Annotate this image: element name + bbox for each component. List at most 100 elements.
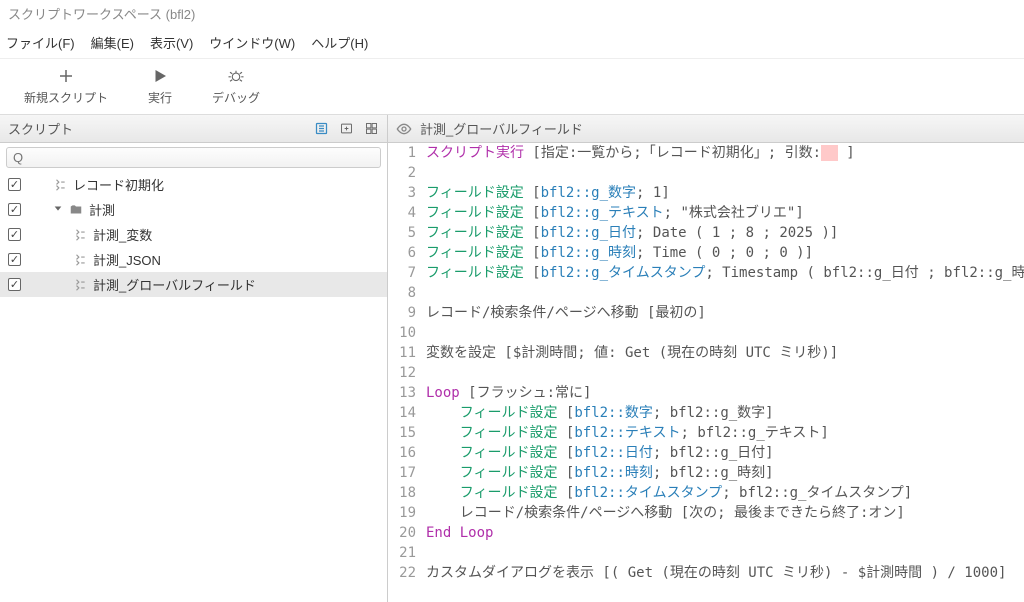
checkbox[interactable]: ✓ (8, 228, 21, 241)
debug-label: デバッグ (212, 89, 260, 106)
sidebar-item[interactable]: ✓計測_変数 (0, 222, 387, 247)
line-number: 6 (388, 243, 426, 263)
folder-icon (69, 203, 83, 217)
editor: 計測_グローバルフィールド 1スクリプト実行 [指定:一覧から;「レコード初期化… (388, 115, 1024, 602)
code-line[interactable]: 3フィールド設定 [bfl2::g_数字; 1] (388, 183, 1024, 203)
sidebar-header: スクリプト (0, 115, 387, 143)
code-line[interactable]: 7フィールド設定 [bfl2::g_タイムスタンプ; Timestamp ( b… (388, 263, 1024, 283)
main-area: スクリプト ✓レコード初期化✓計測✓計測_変数✓計測_JSON✓計測_グローバル… (0, 115, 1024, 602)
sidebar-item-label: 計測_JSON (93, 250, 161, 269)
line-number: 13 (388, 383, 426, 403)
sidebar-title: スクリプト (8, 119, 73, 138)
window-title: スクリプトワークスペース (bfl2) (0, 0, 1024, 27)
line-number: 1 (388, 143, 426, 163)
sidebar-item[interactable]: ✓ 計測_JSON (0, 247, 387, 272)
menu-bar: ファイル(F) 編集(E) 表示(V) ウインドウ(W) ヘルプ(H) (0, 27, 1024, 59)
code-line[interactable]: 20End Loop (388, 523, 1024, 543)
list-icon[interactable] (314, 121, 329, 136)
code-line[interactable]: 4フィールド設定 [bfl2::g_テキスト; "株式会社ブリエ"] (388, 203, 1024, 223)
script-icon (53, 178, 67, 192)
line-number: 7 (388, 263, 426, 283)
code-line[interactable]: 9レコード/検索条件/ページへ移動 [最初の] (388, 303, 1024, 323)
line-number: 11 (388, 343, 426, 363)
search-input[interactable] (6, 147, 381, 168)
menu-help[interactable]: ヘルプ(H) (311, 33, 368, 52)
code-content: スクリプト実行 [指定:一覧から;「レコード初期化」; 引数: ] (426, 143, 855, 163)
checkbox[interactable]: ✓ (8, 253, 21, 266)
editor-title: 計測_グローバルフィールド (420, 119, 583, 138)
sidebar-header-icons (314, 121, 379, 136)
line-number: 15 (388, 423, 426, 443)
sidebar-item-label: 計測 (89, 200, 115, 219)
code-line[interactable]: 11変数を設定 [$計測時間; 値: Get (現在の時刻 UTC ミリ秒)] (388, 343, 1024, 363)
menu-view[interactable]: 表示(V) (150, 33, 193, 52)
run-button[interactable]: 実行 (148, 67, 172, 106)
code-content: フィールド設定 [bfl2::数字; bfl2::g_数字] (426, 403, 774, 423)
code-line[interactable]: 1スクリプト実行 [指定:一覧から;「レコード初期化」; 引数: ] (388, 143, 1024, 163)
line-number: 4 (388, 203, 426, 223)
debug-button[interactable]: デバッグ (212, 67, 260, 106)
code-line[interactable]: 19 レコード/検索条件/ページへ移動 [次の; 最後まできたら終了:オン] (388, 503, 1024, 523)
code-content: フィールド設定 [bfl2::g_日付; Date ( 1 ; 8 ; 2025… (426, 223, 838, 243)
line-number: 5 (388, 223, 426, 243)
sidebar-item[interactable]: ✓計測_グローバルフィールド (0, 272, 387, 297)
checkbox[interactable]: ✓ (8, 178, 21, 191)
code-content: フィールド設定 [bfl2::時刻; bfl2::g_時刻] (426, 463, 774, 483)
code-content: カスタムダイアログを表示 [( Get (現在の時刻 UTC ミリ秒) - $計… (426, 563, 1006, 583)
new-folder-icon[interactable] (339, 121, 354, 136)
code-content: フィールド設定 [bfl2::タイムスタンプ; bfl2::g_タイムスタンプ] (426, 483, 912, 503)
code-line[interactable]: 6フィールド設定 [bfl2::g_時刻; Time ( 0 ; 0 ; 0 )… (388, 243, 1024, 263)
script-icon (73, 253, 87, 267)
sidebar: スクリプト ✓レコード初期化✓計測✓計測_変数✓計測_JSON✓計測_グローバル… (0, 115, 388, 602)
code-line[interactable]: 12 (388, 363, 1024, 383)
code-content: End Loop (426, 523, 493, 543)
line-number: 10 (388, 323, 426, 343)
line-number: 20 (388, 523, 426, 543)
plus-icon (57, 67, 75, 85)
editor-header: 計測_グローバルフィールド (388, 115, 1024, 143)
checkbox[interactable]: ✓ (8, 203, 21, 216)
code-line[interactable]: 13Loop [フラッシュ:常に] (388, 383, 1024, 403)
code-line[interactable]: 8 (388, 283, 1024, 303)
line-number: 16 (388, 443, 426, 463)
toolbar: 新規スクリプト 実行 デバッグ (0, 59, 1024, 115)
bug-icon (227, 67, 245, 85)
disclosure-icon[interactable] (53, 202, 63, 217)
script-icon (73, 228, 87, 242)
code-content: Loop [フラッシュ:常に] (426, 383, 591, 403)
menu-file[interactable]: ファイル(F) (6, 33, 75, 52)
line-number: 22 (388, 563, 426, 583)
organize-icon[interactable] (364, 121, 379, 136)
line-number: 8 (388, 283, 426, 303)
new-script-label: 新規スクリプト (24, 89, 108, 106)
code-line[interactable]: 2 (388, 163, 1024, 183)
line-number: 12 (388, 363, 426, 383)
code-line[interactable]: 10 (388, 323, 1024, 343)
eye-icon[interactable] (396, 121, 412, 137)
menu-edit[interactable]: 編集(E) (91, 33, 134, 52)
new-script-button[interactable]: 新規スクリプト (24, 67, 108, 106)
editor-body[interactable]: 1スクリプト実行 [指定:一覧から;「レコード初期化」; 引数: ]23フィール… (388, 143, 1024, 602)
sidebar-folder[interactable]: ✓ 計測 (0, 197, 387, 222)
code-content: フィールド設定 [bfl2::g_数字; 1] (426, 183, 670, 203)
code-line[interactable]: 17 フィールド設定 [bfl2::時刻; bfl2::g_時刻] (388, 463, 1024, 483)
code-line[interactable]: 21 (388, 543, 1024, 563)
code-content: レコード/検索条件/ページへ移動 [次の; 最後まできたら終了:オン] (426, 503, 905, 523)
sidebar-item[interactable]: ✓レコード初期化 (0, 172, 387, 197)
line-number: 19 (388, 503, 426, 523)
code-content: フィールド設定 [bfl2::日付; bfl2::g_日付] (426, 443, 774, 463)
code-content: フィールド設定 [bfl2::g_タイムスタンプ; Timestamp ( bf… (426, 263, 1024, 283)
menu-window[interactable]: ウインドウ(W) (209, 33, 295, 52)
checkbox[interactable]: ✓ (8, 278, 21, 291)
code-line[interactable]: 16 フィールド設定 [bfl2::日付; bfl2::g_日付] (388, 443, 1024, 463)
code-line[interactable]: 22カスタムダイアログを表示 [( Get (現在の時刻 UTC ミリ秒) - … (388, 563, 1024, 583)
line-number: 14 (388, 403, 426, 423)
line-number: 3 (388, 183, 426, 203)
code-line[interactable]: 14 フィールド設定 [bfl2::数字; bfl2::g_数字] (388, 403, 1024, 423)
code-content: フィールド設定 [bfl2::g_時刻; Time ( 0 ; 0 ; 0 )] (426, 243, 813, 263)
code-line[interactable]: 18 フィールド設定 [bfl2::タイムスタンプ; bfl2::g_タイムスタ… (388, 483, 1024, 503)
line-number: 21 (388, 543, 426, 563)
line-number: 2 (388, 163, 426, 183)
code-line[interactable]: 15 フィールド設定 [bfl2::テキスト; bfl2::g_テキスト] (388, 423, 1024, 443)
code-line[interactable]: 5フィールド設定 [bfl2::g_日付; Date ( 1 ; 8 ; 202… (388, 223, 1024, 243)
